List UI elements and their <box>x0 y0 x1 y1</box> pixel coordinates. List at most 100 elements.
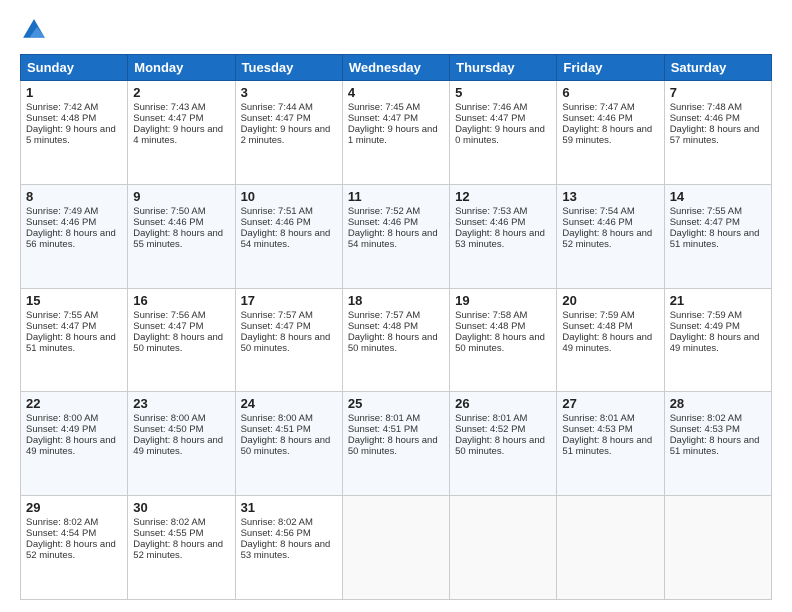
day-number: 31 <box>241 500 337 515</box>
calendar-cell: 20Sunrise: 7:59 AMSunset: 4:48 PMDayligh… <box>557 288 664 392</box>
calendar-cell: 15Sunrise: 7:55 AMSunset: 4:47 PMDayligh… <box>21 288 128 392</box>
day-number: 4 <box>348 85 444 100</box>
day-number: 24 <box>241 396 337 411</box>
sunset-label: Sunset: 4:51 PM <box>241 424 311 435</box>
calendar-table: SundayMondayTuesdayWednesdayThursdayFrid… <box>20 54 772 600</box>
sunset-label: Sunset: 4:55 PM <box>133 528 203 539</box>
sunset-label: Sunset: 4:46 PM <box>241 217 311 228</box>
sunset-label: Sunset: 4:47 PM <box>133 321 203 332</box>
calendar-cell: 30Sunrise: 8:02 AMSunset: 4:55 PMDayligh… <box>128 496 235 600</box>
sunrise-label: Sunrise: 7:51 AM <box>241 206 313 217</box>
day-number: 8 <box>26 189 122 204</box>
sunset-label: Sunset: 4:46 PM <box>133 217 203 228</box>
daylight-label: Daylight: 8 hours and 52 minutes. <box>26 539 116 561</box>
calendar-cell <box>664 496 771 600</box>
col-header-sunday: Sunday <box>21 55 128 81</box>
daylight-label: Daylight: 8 hours and 49 minutes. <box>670 332 760 354</box>
sunrise-label: Sunrise: 7:55 AM <box>26 310 98 321</box>
day-number: 21 <box>670 293 766 308</box>
calendar-cell: 18Sunrise: 7:57 AMSunset: 4:48 PMDayligh… <box>342 288 449 392</box>
sunset-label: Sunset: 4:47 PM <box>133 113 203 124</box>
calendar-cell: 24 Sunrise: 8:00 AMSunset: 4:51 PMDayligh… <box>235 392 342 496</box>
col-header-saturday: Saturday <box>664 55 771 81</box>
calendar-cell: 14Sunrise: 7:55 AMSunset: 4:47 PMDayligh… <box>664 184 771 288</box>
day-number: 29 <box>26 500 122 515</box>
sunrise-label: Sunrise: 7:45 AM <box>348 102 420 113</box>
calendar-cell <box>557 496 664 600</box>
sunrise-label: Sunrise: 7:57 AM <box>241 310 313 321</box>
sunset-label: Sunset: 4:53 PM <box>670 424 740 435</box>
sunrise-label: Sunrise: 8:00 AM <box>241 413 313 424</box>
day-number: 12 <box>455 189 551 204</box>
sunrise-label: Sunrise: 7:55 AM <box>670 206 742 217</box>
sunrise-label: Sunrise: 7:46 AM <box>455 102 527 113</box>
daylight-label: Daylight: 8 hours and 50 minutes. <box>455 332 545 354</box>
day-number: 13 <box>562 189 658 204</box>
sunset-label: Sunset: 4:49 PM <box>670 321 740 332</box>
day-number: 10 <box>241 189 337 204</box>
day-number: 9 <box>133 189 229 204</box>
calendar-cell: 21Sunrise: 7:59 AMSunset: 4:49 PMDayligh… <box>664 288 771 392</box>
calendar-cell: 23Sunrise: 8:00 AMSunset: 4:50 PMDayligh… <box>128 392 235 496</box>
sunrise-label: Sunrise: 7:50 AM <box>133 206 205 217</box>
daylight-label: Daylight: 9 hours and 1 minute. <box>348 124 438 146</box>
sunrise-label: Sunrise: 7:52 AM <box>348 206 420 217</box>
day-number: 18 <box>348 293 444 308</box>
sunrise-label: Sunrise: 8:01 AM <box>455 413 527 424</box>
sunrise-label: Sunrise: 8:01 AM <box>562 413 634 424</box>
daylight-label: Daylight: 8 hours and 50 minutes. <box>241 435 331 457</box>
sunset-label: Sunset: 4:46 PM <box>455 217 525 228</box>
day-number: 14 <box>670 189 766 204</box>
sunrise-label: Sunrise: 8:02 AM <box>241 517 313 528</box>
day-number: 6 <box>562 85 658 100</box>
sunset-label: Sunset: 4:47 PM <box>26 321 96 332</box>
calendar-cell: 10Sunrise: 7:51 AMSunset: 4:46 PMDayligh… <box>235 184 342 288</box>
sunrise-label: Sunrise: 8:00 AM <box>133 413 205 424</box>
sunset-label: Sunset: 4:46 PM <box>26 217 96 228</box>
sunrise-label: Sunrise: 7:47 AM <box>562 102 634 113</box>
sunset-label: Sunset: 4:49 PM <box>26 424 96 435</box>
sunrise-label: Sunrise: 7:53 AM <box>455 206 527 217</box>
calendar-cell: 7Sunrise: 7:48 AMSunset: 4:46 PMDaylight… <box>664 81 771 185</box>
sunrise-label: Sunrise: 7:54 AM <box>562 206 634 217</box>
logo-icon <box>20 16 48 44</box>
calendar-cell: 26Sunrise: 8:01 AMSunset: 4:52 PMDayligh… <box>450 392 557 496</box>
day-number: 5 <box>455 85 551 100</box>
sunset-label: Sunset: 4:53 PM <box>562 424 632 435</box>
calendar-cell: 4 Sunrise: 7:45 AMSunset: 4:47 PMDaylight… <box>342 81 449 185</box>
sunrise-label: Sunrise: 7:59 AM <box>562 310 634 321</box>
col-header-thursday: Thursday <box>450 55 557 81</box>
sunrise-label: Sunrise: 7:57 AM <box>348 310 420 321</box>
sunset-label: Sunset: 4:47 PM <box>241 321 311 332</box>
daylight-label: Daylight: 8 hours and 52 minutes. <box>562 228 652 250</box>
daylight-label: Daylight: 8 hours and 51 minutes. <box>562 435 652 457</box>
sunset-label: Sunset: 4:46 PM <box>348 217 418 228</box>
calendar-cell: 16Sunrise: 7:56 AMSunset: 4:47 PMDayligh… <box>128 288 235 392</box>
calendar-cell: 1Sunrise: 7:42 AMSunset: 4:48 PMDaylight… <box>21 81 128 185</box>
page: SundayMondayTuesdayWednesdayThursdayFrid… <box>0 0 792 612</box>
day-number: 28 <box>670 396 766 411</box>
sunset-label: Sunset: 4:46 PM <box>562 217 632 228</box>
sunrise-label: Sunrise: 7:56 AM <box>133 310 205 321</box>
sunrise-label: Sunrise: 8:02 AM <box>133 517 205 528</box>
daylight-label: Daylight: 8 hours and 59 minutes. <box>562 124 652 146</box>
sunrise-label: Sunrise: 7:42 AM <box>26 102 98 113</box>
calendar-cell: 31Sunrise: 8:02 AMSunset: 4:56 PMDayligh… <box>235 496 342 600</box>
calendar-cell: 5Sunrise: 7:46 AMSunset: 4:47 PMDaylight… <box>450 81 557 185</box>
calendar-cell: 3Sunrise: 7:44 AMSunset: 4:47 PMDaylight… <box>235 81 342 185</box>
day-number: 1 <box>26 85 122 100</box>
daylight-label: Daylight: 8 hours and 49 minutes. <box>133 435 223 457</box>
daylight-label: Daylight: 8 hours and 50 minutes. <box>241 332 331 354</box>
calendar-cell: 17Sunrise: 7:57 AMSunset: 4:47 PMDayligh… <box>235 288 342 392</box>
col-header-friday: Friday <box>557 55 664 81</box>
daylight-label: Daylight: 8 hours and 51 minutes. <box>26 332 116 354</box>
daylight-label: Daylight: 8 hours and 49 minutes. <box>562 332 652 354</box>
logo <box>20 16 52 44</box>
sunset-label: Sunset: 4:47 PM <box>348 113 418 124</box>
sunset-label: Sunset: 4:47 PM <box>241 113 311 124</box>
day-number: 3 <box>241 85 337 100</box>
daylight-label: Daylight: 8 hours and 51 minutes. <box>670 435 760 457</box>
day-number: 30 <box>133 500 229 515</box>
sunset-label: Sunset: 4:47 PM <box>670 217 740 228</box>
calendar-cell: 12Sunrise: 7:53 AMSunset: 4:46 PMDayligh… <box>450 184 557 288</box>
